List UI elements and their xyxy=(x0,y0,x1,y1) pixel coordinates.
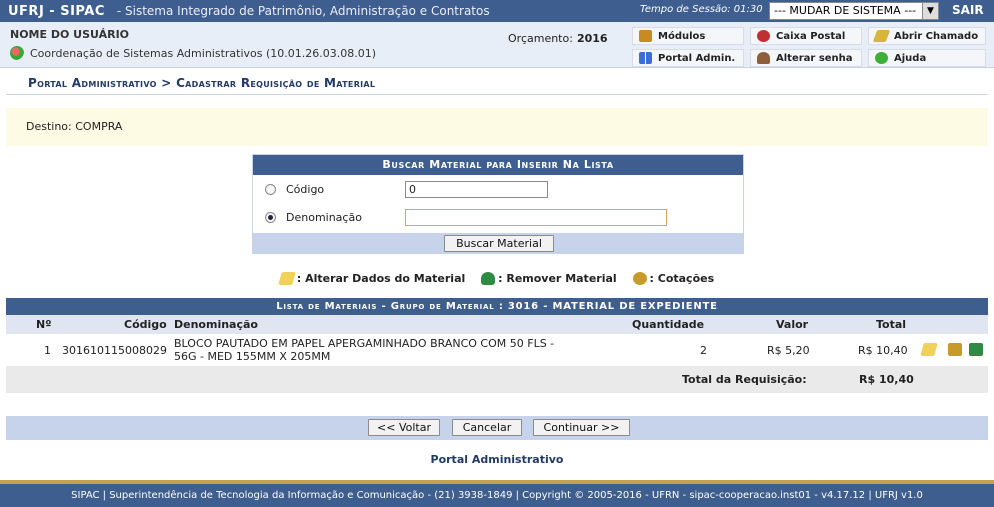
ajuda-label: Ajuda xyxy=(894,52,927,64)
quotes-icon[interactable] xyxy=(948,343,962,356)
name-input[interactable] xyxy=(405,209,667,226)
footer: SIPAC | Superintendência de Tecnologia d… xyxy=(0,480,994,507)
legend-quotes-label: : Cotações xyxy=(649,272,715,285)
modulos-link[interactable]: Módulos xyxy=(632,27,744,45)
search-by-name-label: Denominação xyxy=(286,211,362,224)
user-name: NOME DO USUÁRIO xyxy=(10,28,130,41)
icon-legend: : Alterar Dados do Material : Remover Ma… xyxy=(0,272,994,288)
table-row: 1 301610115008029 BLOCO PAUTADO EM PAPEL… xyxy=(6,334,988,366)
chevron-down-icon[interactable]: ▼ xyxy=(922,3,938,19)
row-valor: R$ 5,20 xyxy=(767,344,810,357)
legend-remove: : Remover Material xyxy=(481,272,617,285)
legend-remove-label: : Remover Material xyxy=(498,272,617,285)
col-quantidade: Quantidade xyxy=(632,318,705,331)
legend-quotes: : Cotações xyxy=(632,272,715,285)
materials-table-caption: Lista de Materiais - Grupo de Material :… xyxy=(6,298,988,315)
col-denominacao: Denominação xyxy=(174,318,258,331)
legend-edit: : Alterar Dados do Material xyxy=(278,272,466,285)
col-codigo: Código xyxy=(124,318,167,331)
material-search-panel: Buscar Material para Inserir Na Lista Có… xyxy=(252,154,744,254)
budget-label: Orçamento: xyxy=(508,32,573,45)
form-actions: << Voltar Cancelar Continuar >> xyxy=(6,416,988,440)
portal-admin-label: Portal Admin. xyxy=(658,52,736,64)
row-num: 1 xyxy=(44,344,51,357)
system-brand: UFRJ - SIPAC xyxy=(8,3,105,19)
budget-year: 2016 xyxy=(576,32,608,45)
top-bar: UFRJ - SIPAC - Sistema Integrado de Patr… xyxy=(0,0,994,22)
search-by-code-row: Código xyxy=(265,183,324,196)
row-quantidade: 2 xyxy=(700,344,707,357)
user-unit[interactable]: Coordenação de Sistemas Administrativos … xyxy=(10,46,376,60)
row-denominacao-line1: BLOCO PAUTADO EM PAPEL APERGAMINHADO BRA… xyxy=(174,337,555,350)
abrir-chamado-label: Abrir Chamado xyxy=(894,30,979,42)
row-total: R$ 10,40 xyxy=(858,344,908,357)
portal-icon xyxy=(639,52,652,64)
row-codigo: 301610115008029 xyxy=(62,344,167,357)
cancel-button[interactable]: Cancelar xyxy=(452,419,522,436)
remove-material-icon[interactable] xyxy=(969,343,983,356)
portal-administrativo-link[interactable]: Portal Administrativo xyxy=(0,453,994,466)
change-system-select[interactable]: --- MUDAR DE SISTEMA --- ▼ xyxy=(769,2,939,20)
destination-info: Destino: COMPRA xyxy=(6,108,988,146)
change-system-value: --- MUDAR DE SISTEMA --- xyxy=(774,4,917,17)
budget-info: Orçamento: 2016 xyxy=(508,32,608,45)
alterar-senha-link[interactable]: Alterar senha xyxy=(750,49,862,67)
search-by-name-radio[interactable] xyxy=(265,212,276,223)
session-timer: Tempo de Sessão: 01:30 xyxy=(640,4,763,15)
system-subtitle: - Sistema Integrado de Patrimônio, Admin… xyxy=(116,4,490,18)
ticket-icon xyxy=(872,30,891,42)
legend-edit-label: : Alterar Dados do Material xyxy=(296,272,466,285)
help-icon xyxy=(875,52,888,64)
caixa-postal-label: Caixa Postal xyxy=(776,30,846,42)
search-by-name-row: Denominação xyxy=(265,211,362,224)
user-key-icon xyxy=(757,52,770,64)
col-valor: Valor xyxy=(776,318,809,331)
code-input[interactable]: 0 xyxy=(405,181,548,198)
modulos-label: Módulos xyxy=(658,30,706,42)
edit-icon xyxy=(278,272,296,285)
requisition-total-value: R$ 10,40 xyxy=(859,373,914,386)
continue-button[interactable]: Continuar >> xyxy=(533,419,630,436)
change-unit-icon[interactable] xyxy=(10,46,24,60)
col-num: Nº xyxy=(36,318,52,331)
row-denominacao-line2: 56G - MED 155MM X 205MM xyxy=(174,350,331,363)
abrir-chamado-link[interactable]: Abrir Chamado xyxy=(868,27,986,45)
modules-icon xyxy=(639,30,652,42)
ajuda-link[interactable]: Ajuda xyxy=(868,49,986,67)
quotes-magnifier-icon xyxy=(632,272,647,285)
user-unit-label: Coordenação de Sistemas Administrativos … xyxy=(30,46,377,60)
caixa-postal-link[interactable]: Caixa Postal xyxy=(750,27,862,45)
search-by-code-radio[interactable] xyxy=(265,184,276,195)
materials-table-header: Nº Código Denominação Quantidade Valor T… xyxy=(6,315,988,334)
mailbox-icon xyxy=(757,30,770,42)
search-by-code-label: Código xyxy=(286,183,325,196)
edit-material-icon[interactable] xyxy=(920,343,938,356)
requisition-total-label: Total da Requisição: xyxy=(682,373,807,386)
materials-table: Lista de Materiais - Grupo de Material :… xyxy=(6,298,988,393)
breadcrumb-divider xyxy=(6,94,988,95)
search-footer: Buscar Material xyxy=(253,233,743,254)
logout-link[interactable]: SAIR xyxy=(952,3,984,17)
material-search-caption: Buscar Material para Inserir Na Lista xyxy=(253,155,743,175)
requisition-total-row: Total da Requisição: R$ 10,40 xyxy=(6,366,988,393)
trash-icon xyxy=(481,272,496,285)
alterar-senha-label: Alterar senha xyxy=(776,52,853,64)
col-total: Total xyxy=(876,318,907,331)
portal-admin-link[interactable]: Portal Admin. xyxy=(632,49,744,67)
breadcrumb: Portal Administrativo > Cadastrar Requis… xyxy=(28,76,376,90)
back-button[interactable]: << Voltar xyxy=(368,419,440,436)
search-material-button[interactable]: Buscar Material xyxy=(444,235,554,252)
